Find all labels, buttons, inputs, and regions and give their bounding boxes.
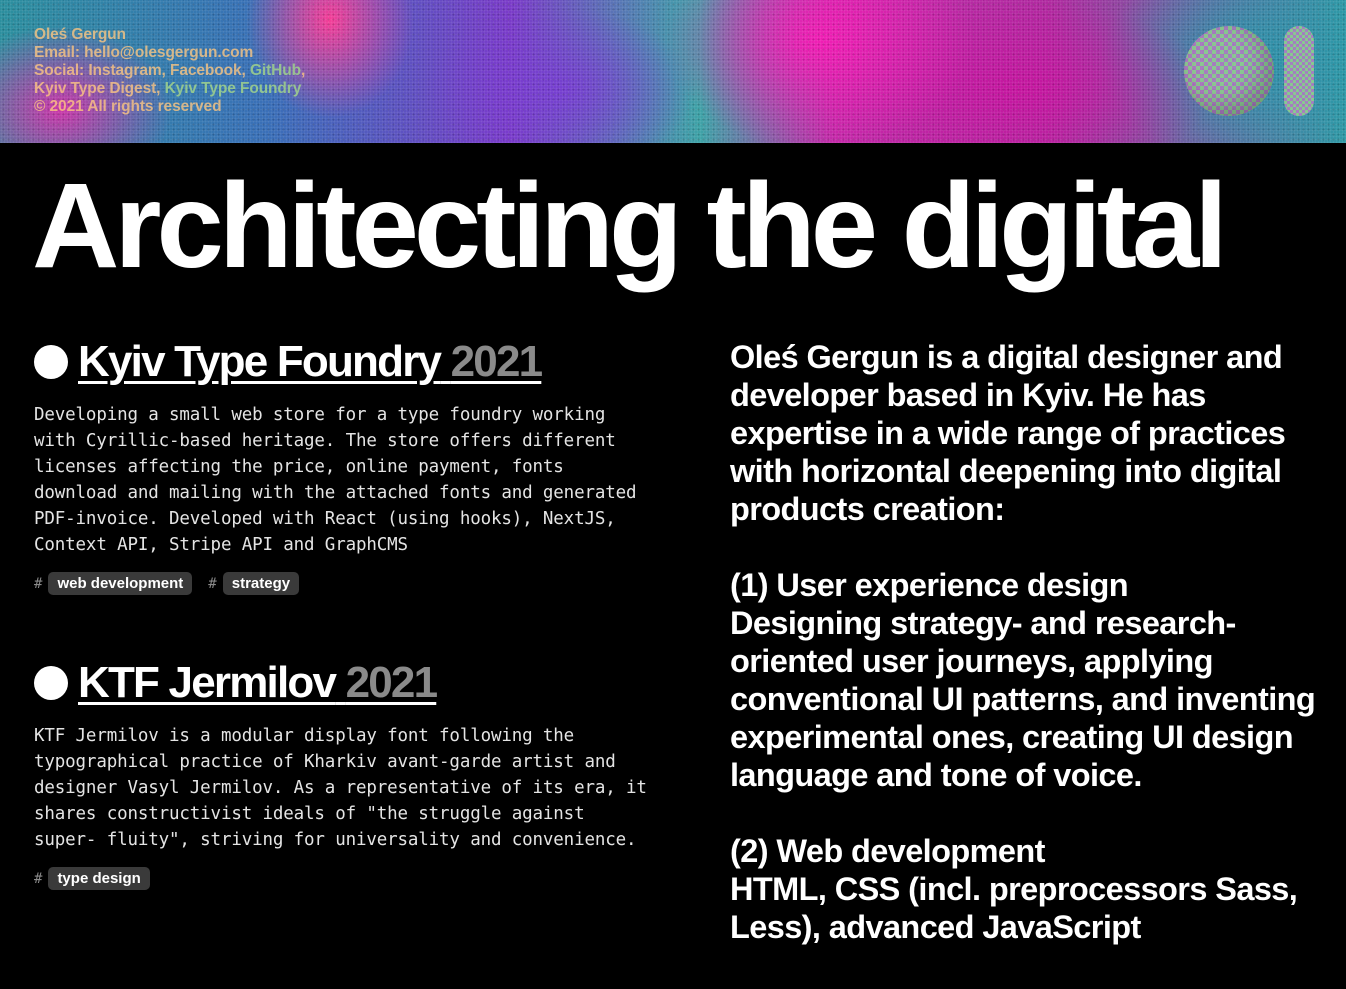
page-title: Architecting the digital xyxy=(32,157,1228,293)
social-link-github[interactable]: GitHub xyxy=(250,62,301,79)
tag-web-development[interactable]: web development xyxy=(48,572,193,595)
bullet-icon xyxy=(34,345,68,379)
hash-icon: # xyxy=(34,575,43,592)
project-year: 2021 xyxy=(345,658,438,707)
tag-list: # type design xyxy=(34,867,674,890)
email-link[interactable]: hello@olesgergun.com xyxy=(84,44,253,61)
bio-section-web: (2) Web development HTML, CSS (incl. pre… xyxy=(730,832,1330,946)
bio-section-ux: (1) User experience design Designing str… xyxy=(730,566,1330,794)
social-link-instagram[interactable]: Instagram xyxy=(88,62,161,79)
social-link-facebook[interactable]: Facebook xyxy=(170,62,242,79)
project-link-ktf-jermilov[interactable]: KTF Jermilov 2021 xyxy=(78,657,438,709)
tag-strategy[interactable]: strategy xyxy=(222,572,300,595)
bio-section-body: Designing strategy- and research-oriente… xyxy=(730,605,1316,793)
bio-section: Oleś Gergun is a digital designer and de… xyxy=(730,338,1330,984)
tag-type-design[interactable]: type design xyxy=(48,867,150,890)
logo-sphere xyxy=(1184,26,1274,116)
org-line: Kyiv Type Digest, Kyiv Type Foundry xyxy=(34,80,302,97)
bio-section-title: (2) Web development xyxy=(730,833,1045,869)
project-link-kyiv-type-foundry[interactable]: Kyiv Type Foundry 2021 xyxy=(78,336,543,388)
social-line: Social: Instagram, Facebook, GitHub, xyxy=(34,62,306,79)
project-item: Kyiv Type Foundry 2021 Developing a smal… xyxy=(34,336,674,595)
email-line: Email: hello@olesgergun.com xyxy=(34,44,305,62)
email-label: Email: xyxy=(34,44,80,61)
bio-intro: Oleś Gergun is a digital designer and de… xyxy=(730,339,1286,527)
author-name: Oleś Gergun xyxy=(34,26,126,43)
tag-list: # web development # strategy xyxy=(34,572,674,595)
project-title-text: KTF Jermilov xyxy=(78,658,337,707)
projects-list: Kyiv Type Foundry 2021 Developing a smal… xyxy=(34,336,674,890)
hash-icon: # xyxy=(34,870,43,887)
logo-pill xyxy=(1284,26,1314,116)
contact-info: Oleś Gergun Email: hello@olesgergun.com … xyxy=(34,26,305,116)
org-link-kyiv-type-foundry[interactable]: Kyiv Type Foundry xyxy=(165,80,302,97)
project-title-text: Kyiv Type Foundry xyxy=(78,337,442,386)
project-heading: KTF Jermilov 2021 xyxy=(34,657,674,709)
org-link-kyiv-type-digest[interactable]: Kyiv Type Digest xyxy=(34,80,156,97)
hash-icon: # xyxy=(208,575,217,592)
project-description: KTF Jermilov is a modular display font f… xyxy=(34,726,647,850)
copyright: © 2021 All rights reserved xyxy=(34,98,222,115)
project-year: 2021 xyxy=(450,337,543,386)
checkered-sphere-logo-icon[interactable] xyxy=(1184,26,1314,118)
bullet-icon xyxy=(34,666,68,700)
bio-section-title: (1) User experience design xyxy=(730,567,1129,603)
bio-section-body: HTML, CSS (incl. preprocessors Sass, Les… xyxy=(730,871,1298,945)
project-item: KTF Jermilov 2021 KTF Jermilov is a modu… xyxy=(34,657,674,890)
project-heading: Kyiv Type Foundry 2021 xyxy=(34,336,674,388)
header-banner: Oleś Gergun Email: hello@olesgergun.com … xyxy=(0,0,1346,143)
project-description: Developing a small web store for a type … xyxy=(34,405,637,555)
social-label: Social: xyxy=(34,62,85,79)
